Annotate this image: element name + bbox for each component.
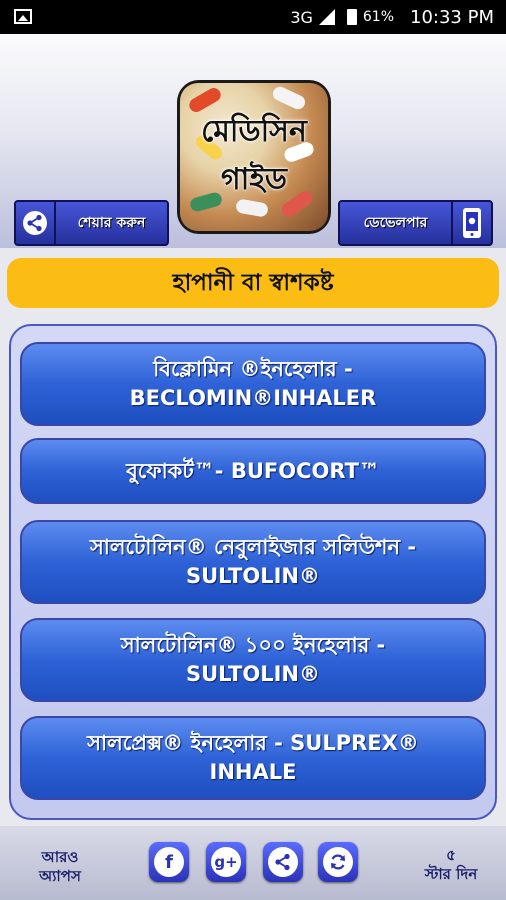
battery-icon — [346, 9, 357, 25]
medicine-item-line2: SULTOLIN® — [185, 662, 320, 686]
share-button-label: শেয়ার করুন — [77, 215, 146, 231]
google-plus-icon: g+ — [211, 847, 241, 877]
battery-percent: 61% — [362, 9, 395, 25]
medicine-item-line2: INHALE — [209, 760, 297, 784]
medicine-item-line1: সালটোলিন® ১০০ ইনহেলার - — [120, 633, 386, 657]
facebook-icon: f — [154, 847, 184, 877]
medicine-item-line2: BECLOMIN®INHALER — [129, 386, 377, 410]
network-type: 3G — [290, 7, 313, 27]
medicine-item-beclomin[interactable]: বিক্লোমিন ®ইনহেলার - BECLOMIN®INHALER — [20, 342, 486, 426]
medicine-item-sultolin-inhaler[interactable]: সালটোলিন® ১০০ ইনহেলার - SULTOLIN® — [20, 618, 486, 702]
app-header: মেডিসিন গাইড শেয়ার করুন ডেভেলপার — [0, 34, 506, 248]
clock: 10:33 PM — [410, 6, 494, 28]
developer-button[interactable]: ডেভেলপার — [338, 200, 493, 246]
medicine-item-sultolin-nebuliser[interactable]: সালটোলিন® নেবুলাইজার সলিউশন - SULTOLIN® — [20, 520, 486, 604]
share-icon — [268, 847, 298, 877]
gallery-icon — [14, 9, 32, 24]
refresh-button[interactable] — [318, 842, 358, 882]
medicine-item-sulprex[interactable]: সালপ্রেক্স® ইনহেলার - SULPREX® INHALE — [20, 716, 486, 800]
rate-line1: ৫ — [446, 846, 456, 864]
share-icon — [16, 202, 56, 244]
medicine-item-line1: সালটোলিন® নেবুলাইজার সলিউশন - — [89, 535, 417, 559]
medicine-item-line1: বিক্লোমিন ®ইনহেলার - — [153, 357, 353, 381]
medicine-item-line1: সালপ্রেক্স® ইনহেলার - SULPREX® — [87, 731, 419, 755]
share-app-button[interactable] — [263, 842, 303, 882]
facebook-button[interactable]: f — [149, 842, 189, 882]
app-logo: মেডিসিন গাইড — [177, 80, 331, 234]
share-button[interactable]: শেয়ার করুন — [14, 200, 169, 246]
medicine-list: বিক্লোমিন ®ইনহেলার - BECLOMIN®INHALER বু… — [9, 324, 497, 820]
more-apps-line2: অ্যাপস — [39, 867, 81, 885]
bottom-toolbar: আরও অ্যাপস f g+ ৫ স্টার দিন — [0, 826, 506, 900]
medicine-item-line1: বুফোকর্ট™- BUFOCORT™ — [126, 458, 380, 483]
logo-title-line2: গাইড — [220, 162, 288, 197]
google-plus-button[interactable]: g+ — [206, 842, 246, 882]
more-apps-button[interactable]: আরও অ্যাপস — [20, 848, 100, 886]
signal-icon — [318, 9, 335, 25]
category-title: হাপানী বা স্বাশকষ্ট — [7, 258, 499, 308]
more-apps-line1: আরও — [41, 848, 79, 866]
rate-line2: স্টার দিন — [424, 865, 478, 883]
logo-title-line1: মেডিসিন — [201, 114, 307, 149]
rate-five-star-button[interactable]: ৫ স্টার দিন — [406, 846, 496, 884]
developer-button-label: ডেভেলপার — [363, 215, 428, 231]
medicine-item-line2: SULTOLIN® — [185, 564, 320, 588]
refresh-icon — [323, 847, 353, 877]
developer-phone-icon — [451, 202, 491, 244]
status-bar: 3G 61% 10:33 PM — [0, 0, 506, 34]
medicine-item-bufocort[interactable]: বুফোকর্ট™- BUFOCORT™ — [20, 438, 486, 504]
